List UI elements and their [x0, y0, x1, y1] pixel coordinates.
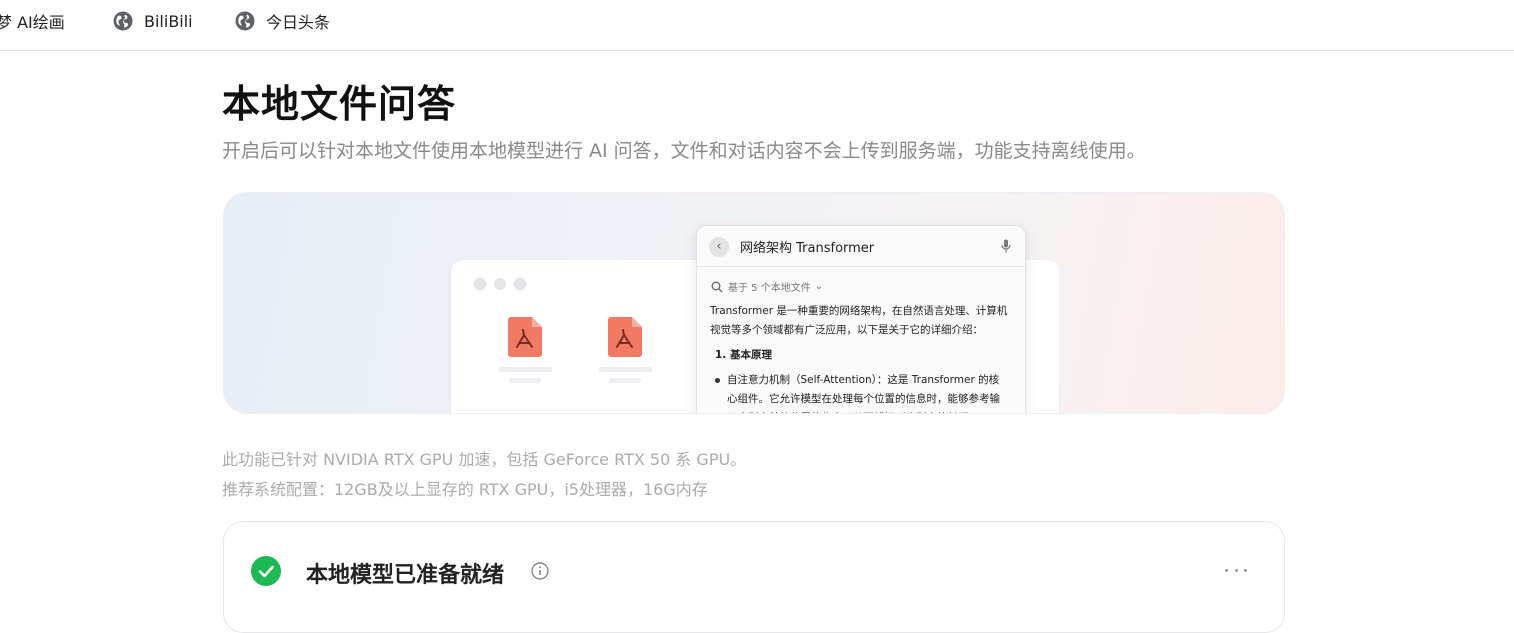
source-files-label: 基于 5 个本地文件 ⌄	[711, 279, 823, 294]
model-status-card: 本地模型已准备就绪	[223, 521, 1285, 633]
answer-bullet-text: 自注意力机制（Self-Attention）：这是 Transformer 的核…	[727, 374, 1000, 413]
chat-panel-mock: ‹ 网络架构 Transformer 基于 5 个本地文件 ⌄ Transfor…	[696, 225, 1026, 413]
source-files-text: 基于 5 个本地文件	[728, 283, 811, 294]
microphone-icon	[1001, 239, 1011, 253]
back-icon: ‹	[709, 237, 729, 257]
globe-icon	[113, 11, 133, 31]
pdf-file-icon	[508, 317, 542, 357]
bookmark-label: 梦 AI绘画	[0, 13, 65, 32]
model-status-title: 本地模型已准备就绪	[306, 563, 505, 588]
chat-title: 网络架构 Transformer	[740, 241, 875, 256]
page-subtitle: 开启后可以针对本地文件使用本地模型进行 AI 问答，文件和对话内容不会上传到服务…	[222, 140, 1146, 162]
more-dot	[1225, 568, 1228, 572]
search-icon	[711, 281, 723, 292]
window-dot	[494, 278, 506, 290]
chevron-down-icon: ⌄	[814, 281, 824, 292]
bookmark-toutiao[interactable]: 今日头条	[235, 10, 330, 32]
bookmarks-bar: 梦 AI绘画 BiliBili 今日头条	[0, 0, 1514, 51]
info-icon[interactable]	[531, 562, 549, 580]
window-dot	[514, 278, 526, 290]
bullet-dot	[715, 378, 720, 383]
answer-bullet: 自注意力机制（Self-Attention）：这是 Transformer 的核…	[715, 371, 1009, 413]
pdf-file-icon	[608, 317, 642, 357]
file-name-placeholder	[598, 367, 652, 372]
feature-illustration: ‹ 网络架构 Transformer 基于 5 个本地文件 ⌄ Transfor…	[223, 192, 1285, 414]
file-name-placeholder	[498, 367, 552, 372]
window-dot	[474, 278, 486, 290]
system-requirements-note: 推荐系统配置：12GB及以上显存的 RTX GPU，i5处理器，16G内存	[222, 480, 708, 499]
bookmark-label: 今日头条	[266, 13, 331, 32]
more-options-button[interactable]	[1222, 556, 1250, 584]
file-name-placeholder	[609, 378, 641, 383]
check-circle-icon	[251, 556, 281, 586]
chat-header: ‹ 网络架构 Transformer	[697, 226, 1025, 267]
answer-section-heading: 1. 基本原理	[715, 349, 772, 361]
file-name-placeholder	[509, 378, 541, 383]
bookmark-label: BiliBili	[144, 11, 193, 31]
more-dot	[1234, 568, 1238, 572]
bookmark-ai-painting[interactable]: 梦 AI绘画	[0, 10, 65, 32]
answer-intro: Transformer 是一种重要的网络架构，在自然语言处理、计算机视觉等多个领…	[710, 305, 1008, 336]
globe-icon	[235, 11, 255, 31]
gpu-note: 此功能已针对 NVIDIA RTX GPU 加速，包括 GeForce RTX …	[222, 450, 747, 469]
more-dot	[1244, 568, 1247, 572]
bookmark-bilibili[interactable]: BiliBili	[113, 10, 193, 32]
page-title: 本地文件问答	[222, 82, 457, 126]
